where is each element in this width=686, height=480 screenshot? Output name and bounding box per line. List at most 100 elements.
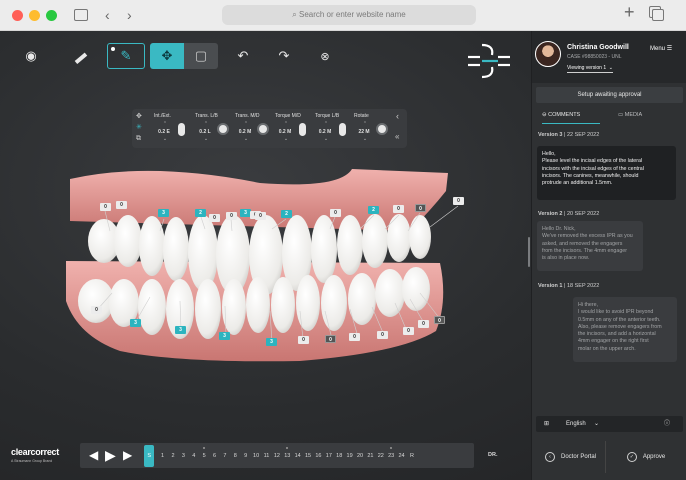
tooth-movement-tag[interactable]: 3	[158, 209, 169, 217]
comment-line: We've removed the excess IPR as you	[542, 233, 633, 240]
comment-line: I would like to avoid IPR beyond	[578, 309, 654, 316]
forward-arrow-icon[interactable]: ›	[127, 6, 132, 24]
tooth-movement-tag[interactable]: 0	[298, 336, 309, 344]
tab-overview-icon[interactable]	[652, 9, 664, 21]
tooth-movement-tag[interactable]: 0	[226, 212, 237, 220]
stage-frame[interactable]: 2	[168, 453, 178, 459]
tooth-movement-tag[interactable]: 0	[325, 335, 336, 343]
tab-media[interactable]: ▭ MEDIA	[618, 106, 676, 124]
tooth-movement-tag[interactable]: 2	[195, 209, 206, 217]
stage-frame[interactable]: 10	[251, 453, 261, 459]
setup-status-banner: Setup awaiting approval	[536, 87, 683, 103]
url-placeholder: Search or enter website name	[298, 10, 406, 19]
stage-frame[interactable]: 23	[386, 446, 396, 459]
stage-frame[interactable]: R	[407, 453, 417, 459]
dental-arch-3d-view[interactable]	[0, 31, 531, 480]
search-icon: ⌕	[292, 10, 299, 19]
tooth-movement-tag[interactable]: 0	[100, 203, 111, 211]
comment-line: protrude an additional 1.5mm.	[542, 180, 613, 187]
stage-frame[interactable]: 4	[189, 453, 199, 459]
stage-frame[interactable]: 5	[199, 446, 209, 459]
sidebar-tabs: ⊖ COMMENTS ▭ MEDIA	[536, 106, 683, 124]
tooth-movement-tag[interactable]: 0	[209, 214, 220, 222]
maximize-window-button[interactable]	[46, 10, 57, 21]
tooth-movement-tag[interactable]: 0	[349, 333, 360, 341]
comment-line: molar on the upper arch.	[578, 345, 636, 352]
stage-frame[interactable]: 13	[282, 446, 292, 459]
tooth-movement-tag[interactable]: 3	[266, 338, 277, 346]
stage-frame[interactable]: 1	[157, 453, 167, 459]
rewind-icon[interactable]: ◀	[89, 448, 98, 462]
stage-frame[interactable]: S	[144, 444, 155, 467]
menu-button[interactable]: Menu ☰	[650, 45, 672, 52]
stage-timeline: ◀ ▶ ▶ S 1 2 3 4 5 6 7 8 9 10 11 12 13 14 15 16 17 18 19 20 21…	[80, 443, 474, 468]
stage-frame[interactable]: 7	[220, 453, 230, 459]
browser-toolbar: ‹ › ⌕ Search or enter website name +	[0, 0, 686, 31]
stage-frame[interactable]: 16	[313, 453, 323, 459]
stage-frame[interactable]: 19	[344, 453, 354, 459]
info-icon[interactable]: ⓘ	[664, 416, 670, 432]
tooth-movement-tag[interactable]: 0	[418, 320, 429, 328]
stage-frame[interactable]: 21	[365, 453, 375, 459]
stage-frames: S 1 2 3 4 5 6 7 8 9 10 11 12 13 14 15 16 17 18 19 20 21 22 23 24…	[144, 443, 417, 468]
stage-frame[interactable]: 8	[230, 453, 240, 459]
tooth-movement-tag[interactable]: 0	[403, 327, 414, 335]
stage-frame[interactable]: 24	[396, 453, 406, 459]
fast-forward-icon[interactable]: ▶	[123, 448, 132, 462]
tooth-movement-tag[interactable]: 0	[453, 197, 464, 205]
stage-frame[interactable]: 14	[292, 453, 302, 459]
comment-line: 4mm engager on the right first	[578, 338, 649, 345]
stage-frame[interactable]: 22	[376, 453, 386, 459]
tooth-movement-tag[interactable]: 2	[281, 210, 292, 218]
brand-tagline: A Straumann Group Brand	[11, 459, 53, 463]
tooth-movement-tag[interactable]: 0	[91, 306, 102, 314]
stage-frame[interactable]: 18	[334, 453, 344, 459]
close-window-button[interactable]	[12, 10, 23, 21]
new-tab-icon[interactable]: +	[624, 3, 635, 21]
comments-scrollbar[interactable]	[528, 237, 530, 267]
approve-button[interactable]: ✓ Approve	[610, 441, 682, 473]
version-select[interactable]: Viewing version 1 ⌄	[567, 63, 613, 73]
minimize-window-button[interactable]	[29, 10, 40, 21]
play-icon[interactable]: ▶	[105, 447, 116, 464]
version-name: Version 2	[538, 211, 563, 217]
comment-line: Please level the incisal edges of the la…	[542, 158, 643, 165]
user-profile-header: Christina Goodwill CASE #98850023 - UNL …	[532, 31, 686, 83]
tooth-movement-tag[interactable]: 2	[368, 206, 379, 214]
tooth-movement-tag[interactable]: 3	[175, 326, 186, 334]
tooth-movement-tag[interactable]: 0	[377, 331, 388, 339]
menu-label: Menu	[650, 46, 666, 52]
sidebar-toggle-icon[interactable]	[74, 9, 88, 21]
version-date: 20 SEP 2022	[566, 211, 600, 217]
doctor-portal-button[interactable]: ‹ Doctor Portal	[536, 441, 606, 473]
tooth-movement-tag[interactable]: 0	[255, 212, 266, 220]
back-arrow-icon[interactable]: ‹	[105, 6, 110, 24]
version-date: 18 SEP 2022	[566, 283, 600, 289]
doctor-portal-label: Doctor Portal	[560, 454, 596, 460]
tooth-movement-tag[interactable]: 0	[415, 204, 426, 212]
tooth-movement-tag[interactable]: 3	[130, 319, 141, 327]
stage-frame[interactable]: 15	[303, 453, 313, 459]
stage-frame[interactable]: 17	[324, 453, 334, 459]
comment-line: Hi there,	[578, 302, 599, 308]
language-select[interactable]: ⊞ English ⌄ ⓘ	[536, 416, 683, 432]
tooth-movement-tag[interactable]: 3	[219, 332, 230, 340]
tooth-movement-tag[interactable]: 0	[393, 205, 404, 213]
comment-line: 0.5mm on any of the anterior teeth.	[578, 316, 661, 323]
stage-frame[interactable]: 12	[272, 453, 282, 459]
back-circle-icon: ‹	[544, 452, 555, 462]
stage-frame[interactable]: 20	[355, 453, 365, 459]
tooth-movement-tag[interactable]: 0	[434, 316, 445, 324]
stage-frame[interactable]: 11	[261, 453, 271, 459]
comment-message: Hello, Please level the incisal edges of …	[537, 146, 676, 200]
approve-label: Approve	[642, 454, 666, 460]
tooth-movement-tag[interactable]: 0	[330, 209, 341, 217]
stage-frame[interactable]: 9	[241, 453, 251, 459]
tab-comments[interactable]: ⊖ COMMENTS	[542, 106, 600, 124]
stage-frame[interactable]: 6	[209, 453, 219, 459]
stage-frame[interactable]: 3	[178, 453, 188, 459]
version-1-header: Version 1 | 18 SEP 2022	[538, 283, 600, 289]
media-icon: ▭	[618, 112, 625, 118]
url-bar[interactable]: ⌕ Search or enter website name	[222, 5, 476, 25]
tooth-movement-tag[interactable]: 0	[116, 201, 127, 209]
